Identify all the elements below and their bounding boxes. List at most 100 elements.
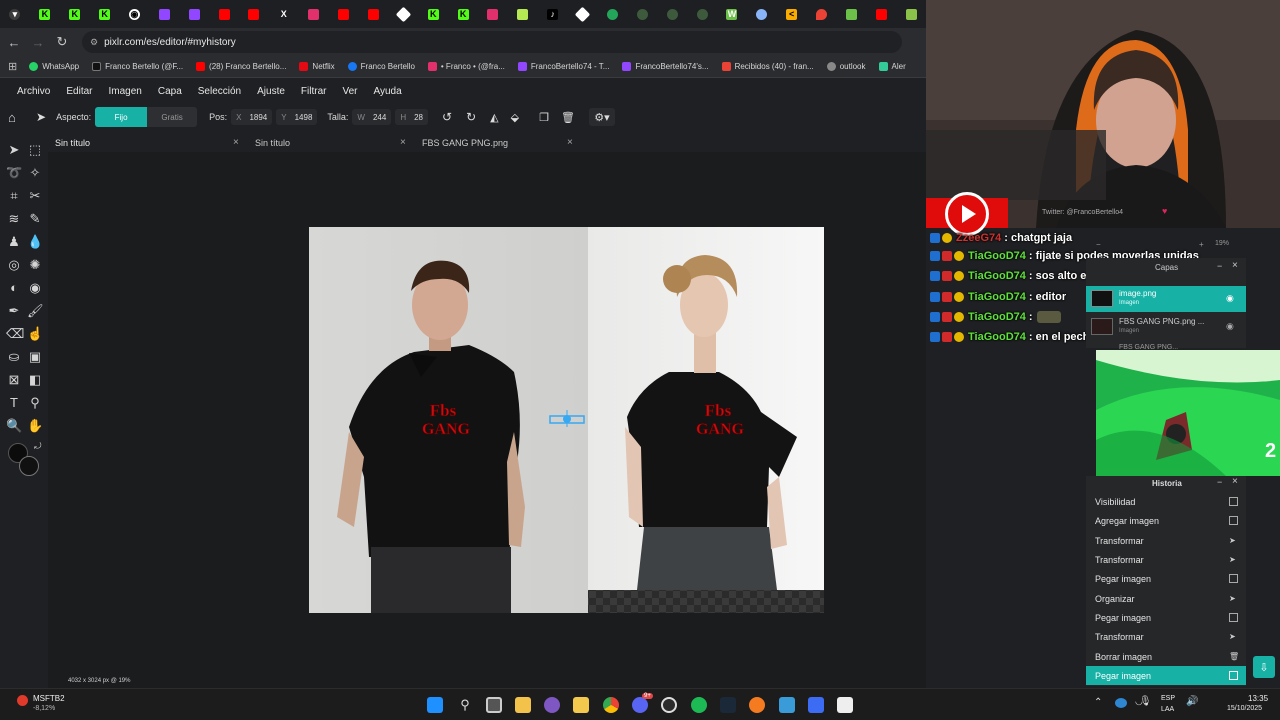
photos-icon[interactable] (779, 697, 795, 713)
address-bar[interactable]: ⚙ pixlr.com/es/editor/#myhistory (82, 31, 902, 53)
close-icon[interactable]: × (567, 137, 573, 148)
size-w-field[interactable]: W 244 (352, 109, 392, 125)
menu-capa[interactable]: Capa (158, 86, 182, 97)
crop-tool-icon[interactable]: ⌗ (6, 188, 22, 204)
lang-text[interactable]: ESP (1161, 695, 1175, 702)
history-item[interactable]: Agregar imagen (1086, 511, 1246, 530)
tab-search-menu[interactable]: ▾ (0, 0, 30, 28)
tab-generic-10[interactable]: < (777, 0, 807, 28)
stock-name[interactable]: MSFTB2 (33, 694, 65, 703)
tab-kick-2[interactable]: K (60, 0, 90, 28)
tab-kick-1[interactable]: K (30, 0, 60, 28)
tab-generic-2[interactable] (388, 0, 418, 28)
drop-tool-icon[interactable]: 💧 (27, 234, 43, 250)
eyedropper-icon[interactable]: ⚲ (27, 395, 43, 411)
tab-maps[interactable] (807, 0, 837, 28)
bookmark-item[interactable]: Franco Bertello (347, 62, 415, 71)
bookmark-item[interactable]: Aler (878, 62, 906, 71)
bookmark-item[interactable]: Recibidos (40) - fran... (721, 62, 814, 71)
tab-generic-6[interactable] (627, 0, 657, 28)
history-item[interactable]: Organizar ➤ (1086, 589, 1246, 608)
zoom-tool-icon[interactable]: 🔍 (6, 418, 22, 434)
pen-tool-icon[interactable]: ✒ (6, 303, 22, 319)
app3-icon[interactable] (808, 697, 824, 713)
menu-seleccion[interactable]: Selección (198, 86, 241, 97)
delete-icon[interactable]: 🗑 (561, 111, 575, 124)
doc-tab[interactable]: Sin título (255, 134, 290, 152)
shape-tool-icon[interactable]: ◧ (27, 372, 43, 388)
download-icon[interactable]: ⇩ (1253, 656, 1275, 678)
close-icon[interactable]: × (1232, 260, 1238, 271)
volume-icon[interactable]: 🔊 (1186, 696, 1198, 707)
bookmark-item[interactable]: • Franco • (@fra... (427, 62, 505, 71)
hand-tool-icon[interactable]: ✋ (27, 418, 43, 434)
tab-twitch-2[interactable] (179, 0, 209, 28)
tab-youtube-2[interactable] (239, 0, 269, 28)
search-icon[interactable]: ⚲ (457, 697, 473, 713)
tab-generic-8[interactable] (687, 0, 717, 28)
cutout-tool-icon[interactable]: ✂ (27, 188, 43, 204)
close-icon[interactable]: × (1232, 476, 1238, 487)
move-tool-icon[interactable]: ➤ (6, 142, 22, 158)
menu-ayuda[interactable]: Ayuda (373, 86, 401, 97)
duplicate-icon[interactable]: ❐ (539, 111, 549, 124)
tab-kick-4[interactable]: K (418, 0, 448, 28)
size-h-field[interactable]: H 28 (395, 109, 429, 125)
obs-icon[interactable] (661, 697, 677, 713)
burn-tool-icon[interactable]: ◉ (27, 280, 43, 296)
history-item[interactable]: Transformar ➤ (1086, 627, 1246, 646)
history-item-selected[interactable]: Pegar imagen (1086, 666, 1246, 685)
canvas-image[interactable]: Fbs GANG Fbs GANG (309, 227, 824, 613)
spotify-icon[interactable] (691, 697, 707, 713)
eye-icon[interactable]: ◉ (1226, 293, 1234, 304)
tab-generic-5[interactable] (598, 0, 628, 28)
close-icon[interactable]: × (233, 137, 239, 148)
steam-icon[interactable] (720, 697, 736, 713)
tab-instagram[interactable] (299, 0, 329, 28)
app-icon[interactable] (544, 697, 560, 713)
frame-tool-icon[interactable]: ⊠ (6, 372, 22, 388)
bookmark-item[interactable]: FrancoBertello74 - T... (517, 62, 609, 71)
bookmark-item[interactable]: (28) Franco Bertello... (196, 62, 286, 71)
bookmark-item[interactable]: WhatsApp (29, 62, 79, 71)
bookmark-item[interactable]: outlook (826, 62, 866, 71)
marquee-tool-icon[interactable]: ⬚ (27, 142, 43, 158)
tab-twitch-1[interactable] (149, 0, 179, 28)
apps-grid-icon[interactable]: ⊞ (8, 60, 17, 73)
tab-youtube-1[interactable] (209, 0, 239, 28)
menu-filtrar[interactable]: Filtrar (301, 86, 327, 97)
rotate-left-icon[interactable]: ↺ (442, 110, 452, 124)
chevron-up-icon[interactable]: ⌃ (1094, 697, 1102, 708)
minimize-icon[interactable]: − (1217, 261, 1222, 271)
app4-icon[interactable] (837, 697, 853, 713)
eye-icon[interactable]: ◉ (1226, 321, 1234, 332)
history-item[interactable]: Visibilidad (1086, 492, 1246, 511)
history-item[interactable]: Borrar imagen 🗑 (1086, 647, 1246, 666)
bookmark-item[interactable]: Franco Bertello (@F... (92, 62, 183, 71)
mic-icon[interactable]: 🎙 (1139, 696, 1152, 707)
reload-icon[interactable]: ↻ (50, 30, 74, 54)
minimize-icon[interactable]: − (1217, 477, 1222, 487)
task-view-icon[interactable] (486, 697, 502, 713)
network-icon[interactable] (1115, 698, 1127, 708)
flip-horizontal-icon[interactable]: ◭ (490, 111, 498, 124)
clock-time[interactable]: 13:35 (1248, 694, 1268, 703)
tab-generic-9[interactable] (747, 0, 777, 28)
zoom-out-icon[interactable]: − (1096, 240, 1101, 249)
history-item[interactable]: Pegar imagen (1086, 569, 1246, 588)
arrange-tool-icon[interactable]: ➤ (36, 110, 46, 124)
tab-instagram-2[interactable] (478, 0, 508, 28)
aspect-free-button[interactable]: Gratis (147, 107, 198, 127)
layer-row[interactable]: FBS GANG PNG.png ... Imagen ◉ (1086, 314, 1246, 340)
clone-stamp-icon[interactable]: ♟ (6, 234, 22, 250)
start-windows-icon[interactable] (427, 697, 443, 713)
flip-vertical-icon[interactable]: ⬙ (511, 111, 519, 124)
back-arrow-icon[interactable]: ← (2, 30, 26, 54)
background-color-swatch[interactable] (19, 456, 39, 476)
chrome-icon[interactable] (603, 697, 619, 713)
home-icon[interactable]: ⌂ (8, 110, 22, 125)
aspect-fixed-button[interactable]: Fijo (95, 107, 148, 127)
lasso-tool-icon[interactable]: ➰ (6, 165, 22, 181)
text-tool-icon[interactable]: T (6, 395, 22, 411)
history-item[interactable]: Transformar ➤ (1086, 550, 1246, 569)
